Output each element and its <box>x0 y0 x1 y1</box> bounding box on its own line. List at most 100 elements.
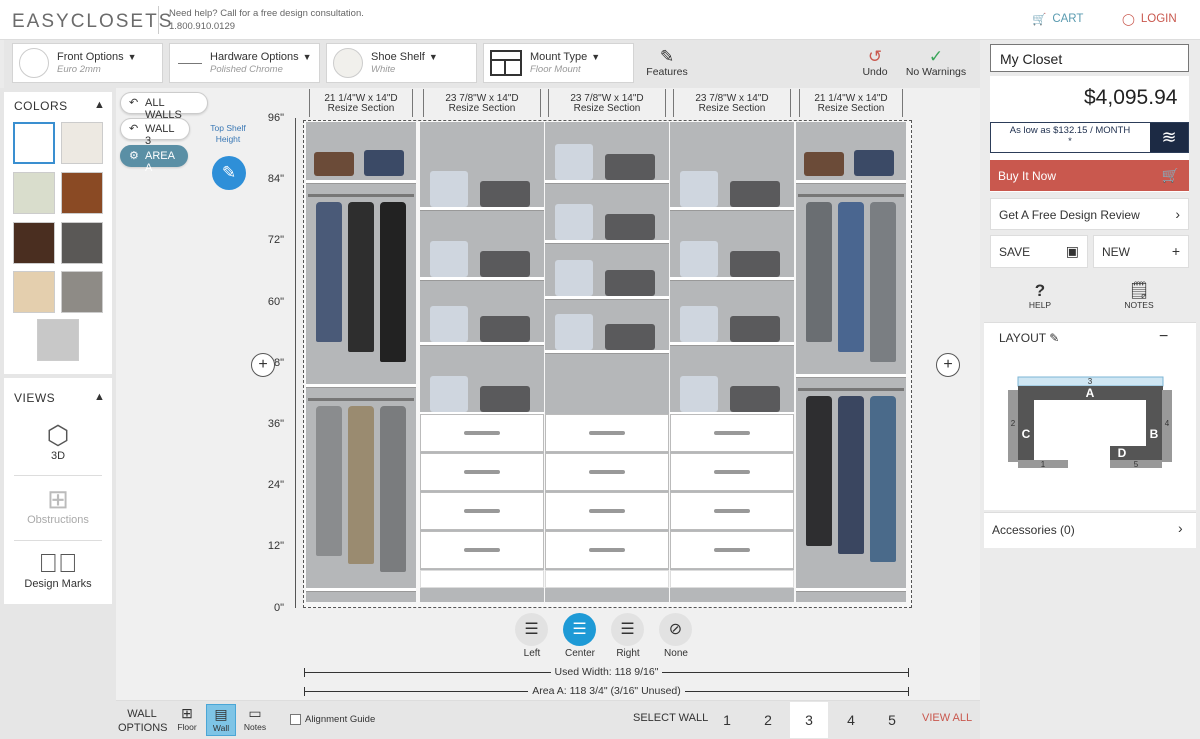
notes-button[interactable]: 🗒 NOTES <box>1120 282 1158 311</box>
drawer[interactable] <box>545 492 669 530</box>
resize-section-header[interactable]: 23 7/8"W x 14"D Resize Section <box>423 89 541 117</box>
mount-type-dropdown[interactable]: Mount Type ▼ Floor Mount <box>483 43 634 83</box>
shelf[interactable] <box>545 180 669 184</box>
free-design-review-button[interactable]: Get A Free Design Review › <box>990 198 1189 230</box>
storage-item <box>730 316 780 342</box>
login-link[interactable]: ◯ LOGIN <box>1122 12 1177 26</box>
color-swatch[interactable] <box>37 319 79 361</box>
help-button[interactable]: ? HELP <box>1022 282 1058 311</box>
closet-section[interactable] <box>306 122 416 602</box>
drawer[interactable] <box>420 531 544 569</box>
view-obstructions-button[interactable]: ⊞ Obstructions <box>4 484 112 526</box>
warnings-button[interactable]: ✓ No Warnings <box>902 48 970 79</box>
new-button[interactable]: NEW + <box>1093 235 1189 268</box>
color-swatch[interactable] <box>61 122 103 164</box>
drawer[interactable] <box>545 414 669 452</box>
shelf[interactable] <box>420 277 544 281</box>
color-swatch[interactable] <box>61 172 103 214</box>
drawer[interactable] <box>420 453 544 491</box>
collapse-icon[interactable]: − <box>1159 328 1168 346</box>
phone-number[interactable]: 1.800.910.0129 <box>169 21 235 32</box>
shelf[interactable] <box>796 374 906 378</box>
edit-icon[interactable]: ✎ <box>1049 331 1059 345</box>
align-none-button[interactable]: ⊘ <box>659 613 692 646</box>
area-b-block[interactable] <box>1146 400 1162 452</box>
drawer[interactable] <box>545 531 669 569</box>
shelf[interactable] <box>306 180 416 184</box>
closet-section[interactable] <box>796 122 906 602</box>
alignment-guide-toggle[interactable]: Alignment Guide <box>290 714 375 725</box>
shoe-shelf-dropdown[interactable]: Shoe Shelf ▼ White <box>326 43 477 83</box>
wall-1-button[interactable]: 1 <box>708 702 746 738</box>
color-swatch[interactable] <box>13 122 55 164</box>
closet-section[interactable] <box>670 122 794 602</box>
storage-item <box>680 241 718 277</box>
drawer[interactable] <box>670 453 794 491</box>
add-section-right-button[interactable]: + <box>936 353 960 377</box>
resize-section-header[interactable]: 23 7/8"W x 14"D Resize Section <box>673 89 791 117</box>
save-button[interactable]: SAVE ▣ <box>990 235 1088 268</box>
wall-4-button[interactable]: 4 <box>832 702 870 738</box>
shelf[interactable] <box>796 588 906 592</box>
notes-view-button[interactable]: ▭ Notes <box>240 704 270 736</box>
wall-3-pill[interactable]: ↶ WALL 3 <box>120 118 190 147</box>
view-3d-button[interactable]: ⬡ 3D <box>4 420 112 462</box>
undo-button[interactable]: ↺ Undo <box>856 48 894 79</box>
easyclosets-logo[interactable]: EASYCLOSETS <box>12 11 173 33</box>
color-swatch[interactable] <box>61 222 103 264</box>
drawer-bottom <box>420 570 544 588</box>
chevron-right-icon[interactable]: › <box>1178 520 1183 536</box>
front-options-dropdown[interactable]: Front Options ▼ Euro 2mm <box>12 43 163 83</box>
add-section-left-button[interactable]: + <box>251 353 275 377</box>
top-shelf-height-button[interactable]: ✎ <box>212 156 246 190</box>
color-swatch[interactable] <box>13 222 55 264</box>
floor-view-button[interactable]: ⊞ Floor <box>172 704 202 736</box>
wall-3-button[interactable]: 3 <box>790 702 828 738</box>
cart-link[interactable]: 🛒 CART <box>1032 12 1083 26</box>
color-swatch[interactable] <box>61 271 103 313</box>
shelf[interactable] <box>545 240 669 244</box>
resize-section-header[interactable]: 21 1/4"W x 14"D Resize Section <box>799 89 903 117</box>
view-all-link[interactable]: VIEW ALL <box>922 712 972 724</box>
chevron-up-icon[interactable]: ▲ <box>94 99 105 111</box>
closet-section[interactable] <box>420 122 544 602</box>
area-a-pill[interactable]: ⚙ AREA A <box>120 145 188 174</box>
drawer-handle <box>464 509 500 513</box>
shelf[interactable] <box>670 207 794 211</box>
shelf[interactable] <box>670 342 794 346</box>
shelf[interactable] <box>545 350 669 354</box>
wall-view-button[interactable]: ▤ Wall <box>206 704 236 736</box>
align-left-button[interactable]: ☰ <box>515 613 548 646</box>
color-swatch[interactable] <box>13 172 55 214</box>
closet-name-input[interactable]: My Closet <box>990 44 1189 72</box>
view-design-marks-button[interactable]: ✓⃝ Design Marks <box>4 548 112 590</box>
chevron-up-icon[interactable]: ▲ <box>94 391 105 403</box>
drawer[interactable] <box>545 453 669 491</box>
wall-2-button[interactable]: 2 <box>749 702 787 738</box>
drawer[interactable] <box>670 492 794 530</box>
all-walls-pill[interactable]: ↶ ALL WALLS <box>120 92 208 121</box>
shelf[interactable] <box>420 342 544 346</box>
align-right-button[interactable]: ☰ <box>611 613 644 646</box>
drawer[interactable] <box>670 531 794 569</box>
shelf[interactable] <box>306 384 416 388</box>
shelf[interactable] <box>796 180 906 184</box>
drawer[interactable] <box>670 414 794 452</box>
resize-section-header[interactable]: 21 1/4"W x 14"D Resize Section <box>309 89 413 117</box>
alignment-guide-checkbox[interactable] <box>290 714 301 725</box>
hardware-options-dropdown[interactable]: Hardware Options ▼ Polished Chrome <box>169 43 320 83</box>
wall-5-button[interactable]: 5 <box>873 702 911 738</box>
closet-section[interactable] <box>545 122 669 602</box>
resize-section-header[interactable]: 23 7/8"W x 14"D Resize Section <box>548 89 666 117</box>
buy-it-now-button[interactable]: Buy It Now 🛒 <box>990 160 1189 191</box>
drawer[interactable] <box>420 414 544 452</box>
color-swatch[interactable] <box>13 271 55 313</box>
shelf[interactable] <box>306 588 416 592</box>
align-center-button[interactable]: ☰ <box>563 613 596 646</box>
features-button[interactable]: ✎ Features <box>644 48 690 79</box>
drawer[interactable] <box>420 492 544 530</box>
shelf[interactable] <box>545 296 669 300</box>
layout-diagram[interactable]: 3 A 2 C 4 B 1 D 5 <box>1000 370 1180 470</box>
shelf[interactable] <box>670 277 794 281</box>
shelf[interactable] <box>420 207 544 211</box>
